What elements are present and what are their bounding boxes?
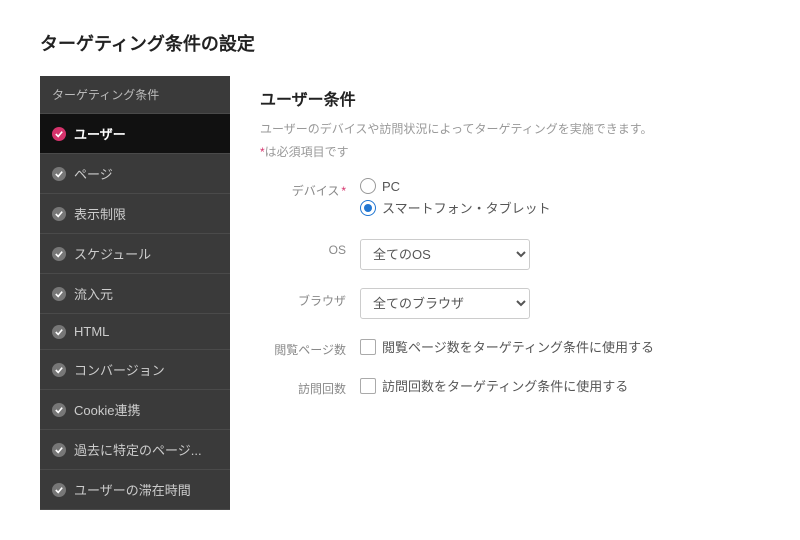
form-row-device: デバイス* PC スマートフォン・タブレット bbox=[260, 178, 730, 221]
radio-pc[interactable]: PC bbox=[360, 178, 730, 194]
os-label: OS bbox=[260, 239, 360, 257]
device-options: PC スマートフォン・タブレット bbox=[360, 178, 730, 221]
pageviews-checkbox[interactable] bbox=[360, 339, 376, 355]
sidebar-item-label: 表示制限 bbox=[74, 204, 126, 223]
form-row-browser: ブラウザ 全てのブラウザ bbox=[260, 288, 730, 319]
main-description: ユーザーのデバイスや訪問状況によってターゲティングを実施できます。 bbox=[260, 120, 730, 137]
required-star-icon: * bbox=[341, 184, 346, 198]
sidebar-item-schedule[interactable]: スケジュール bbox=[40, 234, 230, 274]
required-note: *は必須項目です bbox=[260, 143, 730, 160]
check-icon bbox=[52, 483, 66, 497]
sidebar-item-label: Cookie連携 bbox=[74, 400, 140, 419]
os-select[interactable]: 全てのOS bbox=[360, 239, 530, 270]
visits-checkbox-label: 訪問回数をターゲティング条件に使用する bbox=[382, 376, 628, 395]
sidebar-item-label: ユーザーの滞在時間 bbox=[74, 480, 191, 499]
sidebar: ターゲティング条件 ユーザー ページ 表示制限 スケジュール bbox=[40, 76, 230, 510]
sidebar-item-conversion[interactable]: コンバージョン bbox=[40, 350, 230, 390]
browser-label: ブラウザ bbox=[260, 288, 360, 309]
check-icon bbox=[52, 167, 66, 181]
form-row-pageviews: 閲覧ページ数 閲覧ページ数をターゲティング条件に使用する bbox=[260, 337, 730, 358]
check-icon bbox=[52, 247, 66, 261]
sidebar-item-html[interactable]: HTML bbox=[40, 314, 230, 350]
check-icon bbox=[52, 127, 66, 141]
radio-circle-icon bbox=[360, 200, 376, 216]
visits-checkbox[interactable] bbox=[360, 378, 376, 394]
radio-label: PC bbox=[382, 179, 400, 194]
radio-label: スマートフォン・タブレット bbox=[382, 198, 551, 217]
device-label-text: デバイス bbox=[292, 184, 340, 198]
form-row-visits: 訪問回数 訪問回数をターゲティング条件に使用する bbox=[260, 376, 730, 397]
main-panel: ユーザー条件 ユーザーのデバイスや訪問状況によってターゲティングを実施できます。… bbox=[230, 76, 760, 510]
sidebar-item-label: ユーザー bbox=[74, 124, 126, 143]
sidebar-item-cookie[interactable]: Cookie連携 bbox=[40, 390, 230, 430]
device-label: デバイス* bbox=[260, 178, 360, 199]
check-icon bbox=[52, 443, 66, 457]
sidebar-item-referrer[interactable]: 流入元 bbox=[40, 274, 230, 314]
check-icon bbox=[52, 403, 66, 417]
check-icon bbox=[52, 287, 66, 301]
check-icon bbox=[52, 325, 66, 339]
sidebar-item-label: HTML bbox=[74, 324, 109, 339]
check-icon bbox=[52, 207, 66, 221]
check-icon bbox=[52, 363, 66, 377]
sidebar-item-label: コンバージョン bbox=[74, 360, 165, 379]
sidebar-item-past-page[interactable]: 過去に特定のページ... bbox=[40, 430, 230, 470]
sidebar-item-dwell-time[interactable]: ユーザーの滞在時間 bbox=[40, 470, 230, 510]
sidebar-header: ターゲティング条件 bbox=[40, 76, 230, 114]
page-title: ターゲティング条件の設定 bbox=[40, 30, 760, 56]
sidebar-item-label: 流入元 bbox=[74, 284, 113, 303]
pageviews-checkbox-label: 閲覧ページ数をターゲティング条件に使用する bbox=[382, 337, 654, 356]
main-title: ユーザー条件 bbox=[260, 86, 730, 110]
radio-smartphone-tablet[interactable]: スマートフォン・タブレット bbox=[360, 198, 730, 217]
sidebar-item-label: スケジュール bbox=[74, 244, 151, 263]
sidebar-item-label: 過去に特定のページ... bbox=[74, 440, 202, 459]
sidebar-item-page[interactable]: ページ bbox=[40, 154, 230, 194]
pageviews-label: 閲覧ページ数 bbox=[260, 337, 360, 358]
required-note-text: は必須項目です bbox=[265, 145, 349, 159]
sidebar-item-user[interactable]: ユーザー bbox=[40, 114, 230, 154]
browser-select[interactable]: 全てのブラウザ bbox=[360, 288, 530, 319]
form-row-os: OS 全てのOS bbox=[260, 239, 730, 270]
sidebar-item-display-limit[interactable]: 表示制限 bbox=[40, 194, 230, 234]
sidebar-item-label: ページ bbox=[74, 164, 113, 183]
layout-container: ターゲティング条件 ユーザー ページ 表示制限 スケジュール bbox=[40, 76, 760, 510]
visits-label: 訪問回数 bbox=[260, 376, 360, 397]
radio-circle-icon bbox=[360, 178, 376, 194]
